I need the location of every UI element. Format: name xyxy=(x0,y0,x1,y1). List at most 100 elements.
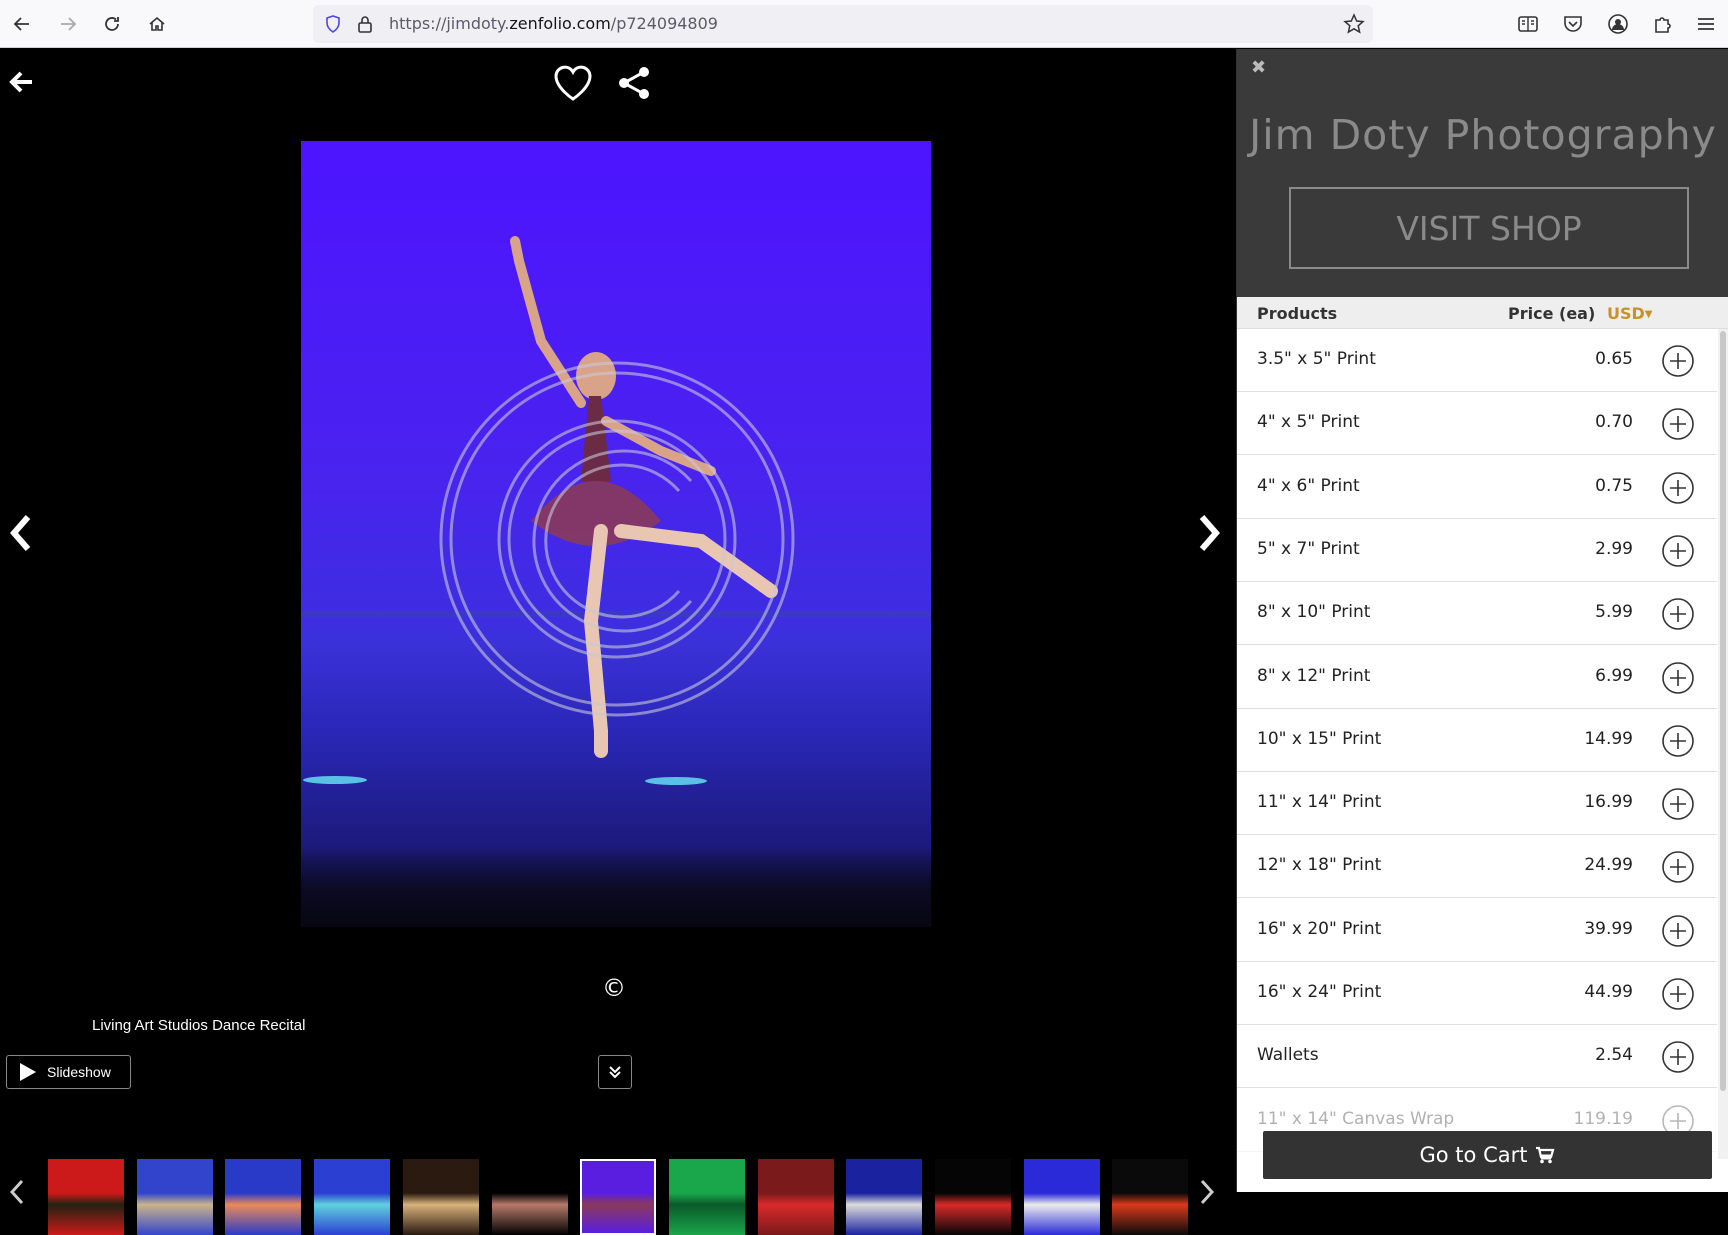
product-price: 5.99 xyxy=(1595,602,1633,623)
filmstrip-thumbnail[interactable] xyxy=(846,1159,923,1235)
product-row[interactable]: 11" x 14" Print 16.99 xyxy=(1237,772,1717,836)
add-to-cart-icon[interactable] xyxy=(1661,534,1695,568)
filmstrip-prev-icon[interactable] xyxy=(8,1177,26,1207)
add-to-cart-icon[interactable] xyxy=(1661,344,1695,378)
add-to-cart-icon[interactable] xyxy=(1661,977,1695,1011)
filmstrip-thumbnail[interactable] xyxy=(757,1159,834,1235)
product-price: 44.99 xyxy=(1584,982,1633,1002)
product-price: 0.65 xyxy=(1595,349,1633,369)
reader-view-icon[interactable] xyxy=(1515,11,1541,37)
shopping-cart-icon xyxy=(1536,1146,1555,1164)
currency-selector[interactable]: USD▼ xyxy=(1607,304,1653,323)
products-header: Products Price (ea) USD▼ xyxy=(1237,297,1728,329)
heart-icon[interactable] xyxy=(552,63,594,103)
product-row[interactable]: 5" x 7" Print 2.99 xyxy=(1237,519,1717,582)
previous-photo-icon[interactable] xyxy=(8,511,34,555)
product-row[interactable]: 16" x 20" Print 39.99 xyxy=(1237,899,1717,962)
product-name: 16" x 24" Print xyxy=(1257,982,1382,1002)
add-to-cart-icon[interactable] xyxy=(1661,724,1695,758)
add-to-cart-icon[interactable] xyxy=(1661,1040,1695,1074)
filmstrip-thumbnail[interactable] xyxy=(48,1159,124,1235)
url-path: /p724094809 xyxy=(610,14,718,33)
copyright-icon: © xyxy=(602,974,626,1002)
product-price: 2.99 xyxy=(1595,538,1633,559)
product-name: 10" x 15" Print xyxy=(1257,728,1382,749)
close-panel-icon[interactable]: ✖ xyxy=(1251,57,1266,78)
product-list-scrollbar[interactable] xyxy=(1718,329,1728,1159)
browser-reload-button[interactable] xyxy=(96,8,128,40)
filmstrip-thumbnail[interactable] xyxy=(1112,1159,1189,1235)
product-row[interactable]: 8" x 12" Print 6.99 xyxy=(1237,646,1717,709)
url-text[interactable]: https://jimdoty.zenfolio.com/p724094809 xyxy=(389,14,718,33)
add-to-cart-icon[interactable] xyxy=(1661,471,1695,505)
filmstrip-thumbnail[interactable] xyxy=(491,1159,568,1235)
add-to-cart-icon[interactable] xyxy=(1661,787,1695,821)
filmstrip-thumbnail[interactable] xyxy=(136,1159,213,1235)
filmstrip-thumbnail[interactable] xyxy=(668,1159,745,1235)
slideshow-label: Slideshow xyxy=(47,1064,111,1080)
photo-viewer: © Living Art Studios Dance Recital Slide… xyxy=(0,49,1236,1235)
reload-icon xyxy=(105,17,119,31)
filmstrip-thumbnail[interactable] xyxy=(1023,1159,1100,1235)
filmstrip-thumbnail[interactable] xyxy=(225,1159,302,1235)
product-name: Wallets xyxy=(1257,1045,1319,1066)
dancer-figure xyxy=(439,236,795,758)
scrollbar-thumb[interactable] xyxy=(1720,331,1726,1091)
go-to-cart-button[interactable]: Go to Cart xyxy=(1263,1131,1712,1179)
add-to-cart-icon[interactable] xyxy=(1661,597,1695,631)
filmstrip xyxy=(0,1149,1236,1235)
product-row[interactable]: 10" x 15" Print 14.99 xyxy=(1237,709,1717,772)
panel-header: ✖ Jim Doty Photography VISIT SHOP xyxy=(1237,49,1728,297)
product-row[interactable]: 4" x 6" Print 0.75 xyxy=(1237,456,1717,519)
stage-foliage xyxy=(301,847,931,927)
product-row[interactable]: 8" x 10" Print 5.99 xyxy=(1237,582,1717,646)
product-name: 3.5" x 5" Print xyxy=(1257,349,1376,369)
extensions-icon[interactable] xyxy=(1650,11,1676,37)
menu-icon[interactable] xyxy=(1693,11,1719,37)
product-row[interactable]: 3.5" x 5" Print 0.65 xyxy=(1237,329,1717,392)
stage-spotlight xyxy=(645,777,707,785)
add-to-cart-icon[interactable] xyxy=(1661,850,1695,884)
shield-icon[interactable] xyxy=(323,14,343,34)
product-price: 119.19 xyxy=(1573,1108,1633,1129)
account-icon[interactable] xyxy=(1605,11,1631,37)
browser-back-button[interactable] xyxy=(6,8,38,40)
play-icon xyxy=(20,1063,36,1081)
stage-spotlight xyxy=(303,776,367,784)
product-price: 2.54 xyxy=(1595,1045,1633,1066)
share-icon[interactable] xyxy=(616,65,652,101)
product-name: 5" x 7" Print xyxy=(1257,538,1360,559)
browser-home-button[interactable] xyxy=(141,8,173,40)
slideshow-button[interactable]: Slideshow xyxy=(6,1055,131,1089)
add-to-cart-icon[interactable] xyxy=(1661,661,1695,695)
back-arrow-icon[interactable] xyxy=(6,67,36,97)
studio-name[interactable]: Jim Doty Photography xyxy=(1237,111,1728,159)
filmstrip-thumbnail[interactable] xyxy=(402,1159,479,1235)
main-photo[interactable] xyxy=(301,141,931,927)
add-to-cart-icon[interactable] xyxy=(1661,914,1695,948)
product-name: 16" x 20" Print xyxy=(1257,918,1382,939)
browser-forward-button[interactable] xyxy=(52,8,84,40)
filmstrip-thumbnail[interactable] xyxy=(314,1159,391,1235)
product-name: 8" x 12" Print xyxy=(1257,665,1371,686)
url-host: zenfolio.com xyxy=(509,14,611,33)
toggle-filmstrip-button[interactable] xyxy=(598,1055,632,1089)
lock-icon[interactable] xyxy=(355,14,375,34)
product-row[interactable]: 16" x 24" Print 44.99 xyxy=(1237,962,1717,1025)
bookmark-star-icon[interactable] xyxy=(1343,13,1365,35)
add-to-cart-icon[interactable] xyxy=(1661,407,1695,441)
caret-down-icon: ▼ xyxy=(1644,309,1653,320)
price-column-header: Price (ea) xyxy=(1508,304,1596,323)
product-row[interactable]: Wallets 2.54 xyxy=(1237,1025,1717,1089)
pocket-icon[interactable] xyxy=(1560,11,1586,37)
filmstrip-thumbnail-active[interactable] xyxy=(580,1159,657,1235)
products-column-header: Products xyxy=(1257,304,1338,323)
product-row[interactable]: 4" x 5" Print 0.70 xyxy=(1237,392,1717,456)
next-photo-icon[interactable] xyxy=(1196,511,1222,555)
filmstrip-thumbnail[interactable] xyxy=(935,1159,1011,1235)
url-bar[interactable]: https://jimdoty.zenfolio.com/p724094809 xyxy=(313,5,1373,43)
double-chevron-down-icon xyxy=(609,1066,621,1079)
filmstrip-next-icon[interactable] xyxy=(1198,1177,1216,1207)
visit-shop-button[interactable]: VISIT SHOP xyxy=(1289,187,1689,269)
product-row[interactable]: 12" x 18" Print 24.99 xyxy=(1237,835,1717,899)
